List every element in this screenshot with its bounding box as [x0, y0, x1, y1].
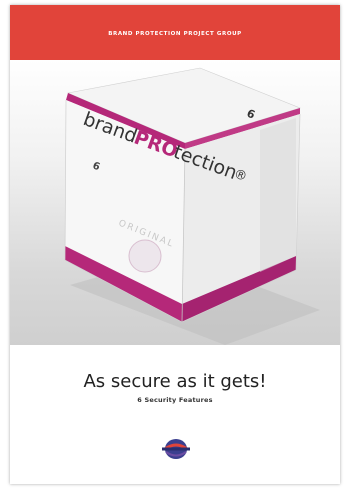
header-band: BRAND PROTECTION PROJECT GROUP [10, 5, 340, 60]
globe-logo-icon [162, 439, 190, 459]
page-headline: As secure as it gets! [83, 371, 267, 392]
header-title: BRAND PROTECTION PROJECT GROUP [108, 31, 242, 37]
product-box-illustration: brand PRO tection ® 6 6 ORIGINAL [64, 67, 320, 345]
brochure-page: BRAND PROTECTION PROJECT GROUP brand PRO… [10, 5, 340, 484]
page-subline: 6 Security Features [137, 396, 213, 404]
product-photo: brand PRO tection ® 6 6 ORIGINAL [10, 60, 340, 345]
